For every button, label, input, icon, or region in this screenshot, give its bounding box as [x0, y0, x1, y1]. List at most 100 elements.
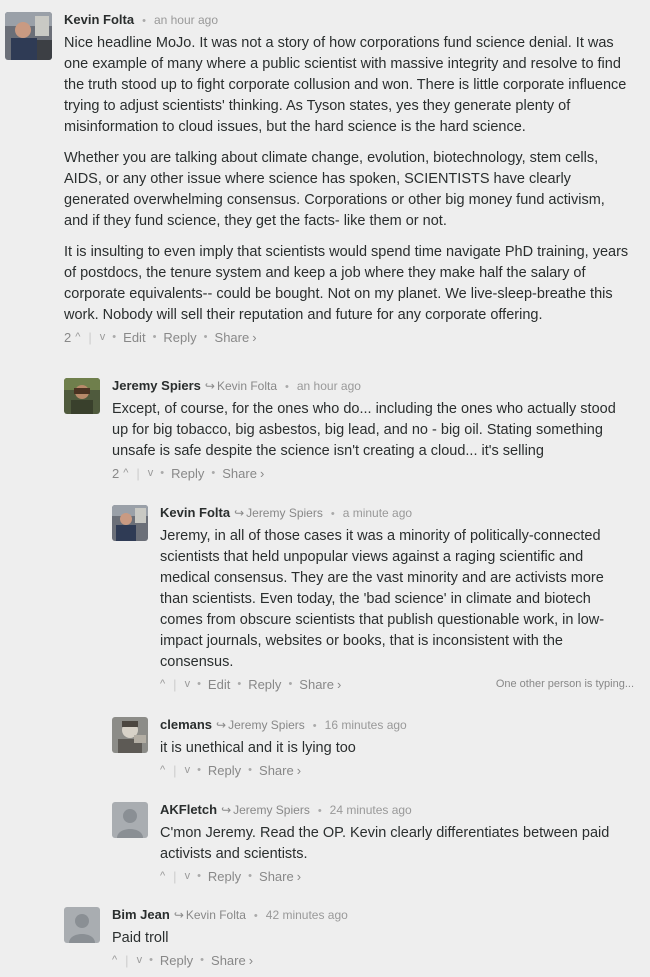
- upvote-icon[interactable]: ^: [123, 467, 128, 479]
- share-link[interactable]: Share: [222, 466, 257, 481]
- author-name[interactable]: AKFletch: [160, 802, 217, 817]
- author-name[interactable]: Kevin Folta: [64, 12, 134, 27]
- share-chevron-icon[interactable]: ›: [337, 677, 341, 692]
- edit-link[interactable]: Edit: [208, 677, 230, 692]
- share-link[interactable]: Share: [259, 869, 294, 884]
- paragraph: It is insulting to even imply that scien…: [64, 244, 629, 323]
- in-reply-to[interactable]: ↪ Kevin Folta: [205, 379, 277, 393]
- avatar[interactable]: [112, 717, 148, 753]
- timestamp[interactable]: 42 minutes ago: [266, 908, 348, 922]
- paragraph: Jeremy, in all of those cases it was a m…: [160, 528, 605, 670]
- in-reply-to[interactable]: ↪ Jeremy Spiers: [234, 506, 323, 520]
- comment: Bim Jean ↪ Kevin Folta • 42 minutes ago …: [64, 907, 634, 973]
- default-avatar-icon[interactable]: [64, 907, 100, 943]
- avatar[interactable]: [112, 505, 148, 541]
- avatar[interactable]: [5, 12, 52, 60]
- paragraph: it is unethical and it is lying too: [160, 740, 356, 756]
- reply-link[interactable]: Reply: [208, 869, 241, 884]
- timestamp[interactable]: a minute ago: [343, 506, 412, 520]
- share-chevron-icon[interactable]: ›: [260, 466, 264, 481]
- paragraph: C'mon Jeremy. Read the OP. Kevin clearly…: [160, 825, 610, 862]
- share-chevron-icon[interactable]: ›: [252, 330, 256, 345]
- vote-count: 2: [64, 329, 72, 345]
- vote-count: 2: [112, 465, 120, 481]
- comment: Jeremy Spiers ↪ Kevin Folta • an hour ag…: [64, 378, 634, 486]
- in-reply-to[interactable]: ↪ Jeremy Spiers: [216, 718, 305, 732]
- parent-author[interactable]: Kevin Folta: [217, 379, 277, 393]
- paragraph: Except, of course, for the ones who do..…: [112, 401, 616, 459]
- reply-link[interactable]: Reply: [248, 677, 281, 692]
- upvote-icon[interactable]: ^: [160, 870, 165, 882]
- reply-arrow-icon: ↪: [173, 908, 184, 922]
- separator-dot: •: [317, 805, 322, 817]
- author-name[interactable]: Bim Jean: [112, 907, 170, 922]
- upvote-icon[interactable]: ^: [112, 954, 117, 966]
- parent-author[interactable]: Jeremy Spiers: [233, 803, 310, 817]
- separator-dot: •: [253, 910, 258, 922]
- parent-author[interactable]: Jeremy Spiers: [228, 718, 305, 732]
- reply-link[interactable]: Reply: [160, 953, 193, 968]
- comment-text: Paid troll: [112, 928, 634, 949]
- edit-link[interactable]: Edit: [123, 330, 145, 345]
- comment-text: it is unethical and it is lying too: [160, 738, 634, 759]
- parent-author[interactable]: Kevin Folta: [186, 908, 246, 922]
- in-reply-to[interactable]: ↪ Kevin Folta: [174, 908, 246, 922]
- reply-link[interactable]: Reply: [163, 330, 196, 345]
- timestamp[interactable]: an hour ago: [297, 379, 361, 393]
- comment: Kevin Folta • an hour ago Nice headline …: [5, 12, 633, 357]
- typing-indicator: One other person is typing...: [495, 678, 634, 690]
- author-name[interactable]: Jeremy Spiers: [112, 378, 201, 393]
- timestamp[interactable]: 24 minutes ago: [330, 803, 412, 817]
- share-link[interactable]: Share: [299, 677, 334, 692]
- downvote-icon[interactable]: v: [185, 678, 191, 690]
- author-name[interactable]: Kevin Folta: [160, 505, 230, 520]
- comment-text: C'mon Jeremy. Read the OP. Kevin clearly…: [160, 823, 634, 865]
- in-reply-to[interactable]: ↪ Jeremy Spiers: [221, 803, 310, 817]
- downvote-icon[interactable]: v: [148, 467, 154, 479]
- separator-dot: •: [285, 381, 289, 393]
- comment-actions: ^ | v • Reply • Share ›: [160, 868, 302, 884]
- share-chevron-icon[interactable]: ›: [297, 763, 301, 778]
- comment-actions: 2 ^ | v • Edit • Reply • Share ›: [64, 329, 257, 345]
- downvote-icon[interactable]: v: [185, 870, 191, 882]
- share-chevron-icon[interactable]: ›: [249, 953, 253, 968]
- share-link[interactable]: Share: [259, 763, 294, 778]
- downvote-icon[interactable]: v: [185, 764, 191, 776]
- comment-text: Nice headline MoJo. It was not a story o…: [64, 33, 633, 326]
- share-chevron-icon[interactable]: ›: [297, 869, 301, 884]
- comment-actions: ^ | v • Reply • Share ›: [160, 762, 302, 778]
- comment: Kevin Folta ↪ Jeremy Spiers • a minute a…: [112, 505, 634, 695]
- timestamp[interactable]: an hour ago: [154, 13, 218, 27]
- avatar[interactable]: [64, 378, 100, 414]
- upvote-icon[interactable]: ^: [160, 764, 165, 776]
- timestamp[interactable]: 16 minutes ago: [325, 718, 407, 732]
- paragraph: Paid troll: [112, 930, 169, 946]
- paragraph: Whether you are talking about climate ch…: [64, 150, 605, 229]
- comment-text: Jeremy, in all of those cases it was a m…: [160, 526, 634, 673]
- separator-dot: •: [142, 15, 146, 27]
- reply-link[interactable]: Reply: [171, 466, 204, 481]
- default-avatar-icon[interactable]: [112, 802, 148, 838]
- share-link[interactable]: Share: [215, 330, 250, 345]
- comment-actions: ^ | v • Reply • Share ›: [112, 952, 254, 968]
- parent-author[interactable]: Jeremy Spiers: [246, 506, 323, 520]
- separator-dot: •: [330, 508, 335, 520]
- upvote-icon[interactable]: ^: [160, 678, 165, 690]
- paragraph: Nice headline MoJo. It was not a story o…: [64, 35, 627, 135]
- comment-text: Except, of course, for the ones who do..…: [112, 399, 634, 462]
- share-link[interactable]: Share: [211, 953, 246, 968]
- reply-arrow-icon: ↪: [216, 718, 227, 732]
- comment-actions: 2 ^ | v • Reply • Share ›: [112, 465, 265, 481]
- separator-dot: •: [312, 720, 317, 732]
- reply-arrow-icon: ↪: [234, 506, 245, 520]
- reply-arrow-icon: ↪: [221, 803, 232, 817]
- vote-divider: |: [88, 329, 92, 345]
- comment: clemans ↪ Jeremy Spiers • 16 minutes ago…: [112, 717, 634, 782]
- upvote-icon[interactable]: ^: [75, 331, 80, 343]
- author-name[interactable]: clemans: [160, 717, 212, 732]
- reply-arrow-icon: ↪: [204, 379, 215, 393]
- comment: AKFletch ↪ Jeremy Spiers • 24 minutes ag…: [112, 802, 634, 888]
- downvote-icon[interactable]: v: [100, 331, 106, 343]
- reply-link[interactable]: Reply: [208, 763, 241, 778]
- downvote-icon[interactable]: v: [137, 954, 143, 966]
